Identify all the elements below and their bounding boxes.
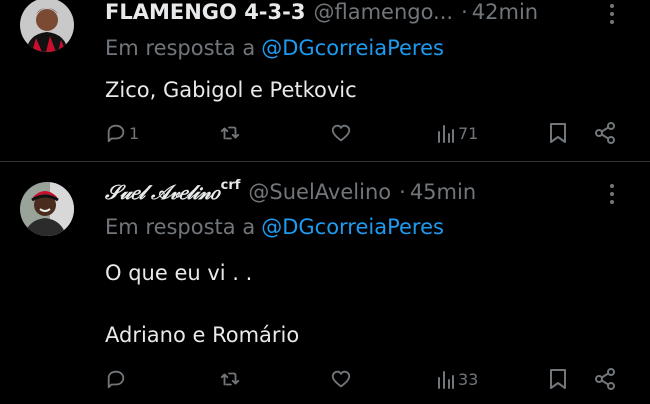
avatar-image (20, 182, 74, 236)
retweet-button[interactable] (218, 118, 242, 148)
bookmark-icon (550, 369, 566, 389)
bookmark-icon (550, 123, 566, 143)
share-button[interactable] (593, 118, 617, 148)
separator-dot: · (461, 0, 468, 24)
action-bar: 1 71 (0, 118, 650, 148)
tweet-divider (0, 161, 650, 162)
tweet-text-line: O que eu vi . . (105, 261, 253, 285)
display-name-suffix: crf (220, 178, 241, 193)
share-icon (595, 122, 615, 144)
like-button[interactable] (329, 118, 353, 148)
views-count: 33 (458, 369, 479, 389)
views-button[interactable]: 33 (436, 364, 478, 394)
avatar-image (20, 0, 74, 52)
timestamp[interactable]: 42min (472, 0, 538, 24)
retweet-button[interactable] (218, 364, 242, 394)
bookmark-button[interactable] (547, 364, 569, 394)
tweet-text-line: Adriano e Romário (105, 323, 300, 347)
more-options-icon[interactable] (602, 182, 622, 206)
display-name[interactable]: 𝒮𝓊𝑒𝓁 𝒜𝓋𝑒𝓁𝒾𝓃𝑜 (105, 180, 219, 204)
more-options-icon[interactable] (602, 2, 622, 26)
analytics-icon (438, 125, 454, 143)
reply-prefix: Em resposta a (105, 215, 256, 239)
display-name[interactable]: FLAMENGO 4-3-3 (105, 0, 305, 24)
reply-mention-link[interactable]: @DGcorreiaPeres (261, 36, 444, 60)
bookmark-button[interactable] (547, 118, 569, 148)
reply-prefix: Em resposta a (105, 36, 256, 60)
like-button[interactable] (329, 364, 353, 394)
tweet-header: FLAMENGO 4-3-3 @flamengo... · 42min (105, 0, 538, 30)
reply-count: 1 (129, 123, 140, 143)
tweet-suelavelino[interactable]: 𝒮𝓊𝑒𝓁 𝒜𝓋𝑒𝓁𝒾𝓃𝑜 crf @SuelAvelino · 45min Em … (0, 164, 650, 404)
views-count: 71 (458, 123, 479, 143)
handle[interactable]: @flamengo... (313, 0, 453, 24)
reply-icon (107, 124, 125, 143)
tweet-header: 𝒮𝓊𝑒𝓁 𝒜𝓋𝑒𝓁𝒾𝓃𝑜 crf @SuelAvelino · 45min (105, 178, 476, 210)
handle[interactable]: @SuelAvelino (248, 180, 391, 204)
retweet-icon (220, 372, 240, 386)
reply-context: Em resposta a @DGcorreiaPeres (105, 215, 444, 239)
avatar[interactable] (20, 0, 74, 52)
tweet-text: Zico, Gabigol e Petkovic (105, 78, 357, 102)
reply-button[interactable]: 1 (105, 118, 139, 148)
tweet-flamengo[interactable]: FLAMENGO 4-3-3 @flamengo... · 42min Em r… (0, 0, 650, 160)
avatar[interactable] (20, 182, 74, 236)
heart-icon (331, 370, 351, 388)
reply-mention-link[interactable]: @DGcorreiaPeres (261, 215, 444, 239)
timestamp[interactable]: 45min (410, 180, 476, 204)
separator-dot: · (399, 180, 406, 204)
action-bar: 33 (0, 364, 650, 394)
reply-icon (107, 370, 125, 389)
heart-icon (331, 124, 351, 142)
reply-button[interactable] (105, 364, 129, 394)
share-icon (595, 368, 615, 390)
views-button[interactable]: 71 (436, 118, 478, 148)
retweet-icon (220, 126, 240, 140)
share-button[interactable] (593, 364, 617, 394)
reply-context: Em resposta a @DGcorreiaPeres (105, 36, 444, 60)
analytics-icon (438, 371, 454, 389)
